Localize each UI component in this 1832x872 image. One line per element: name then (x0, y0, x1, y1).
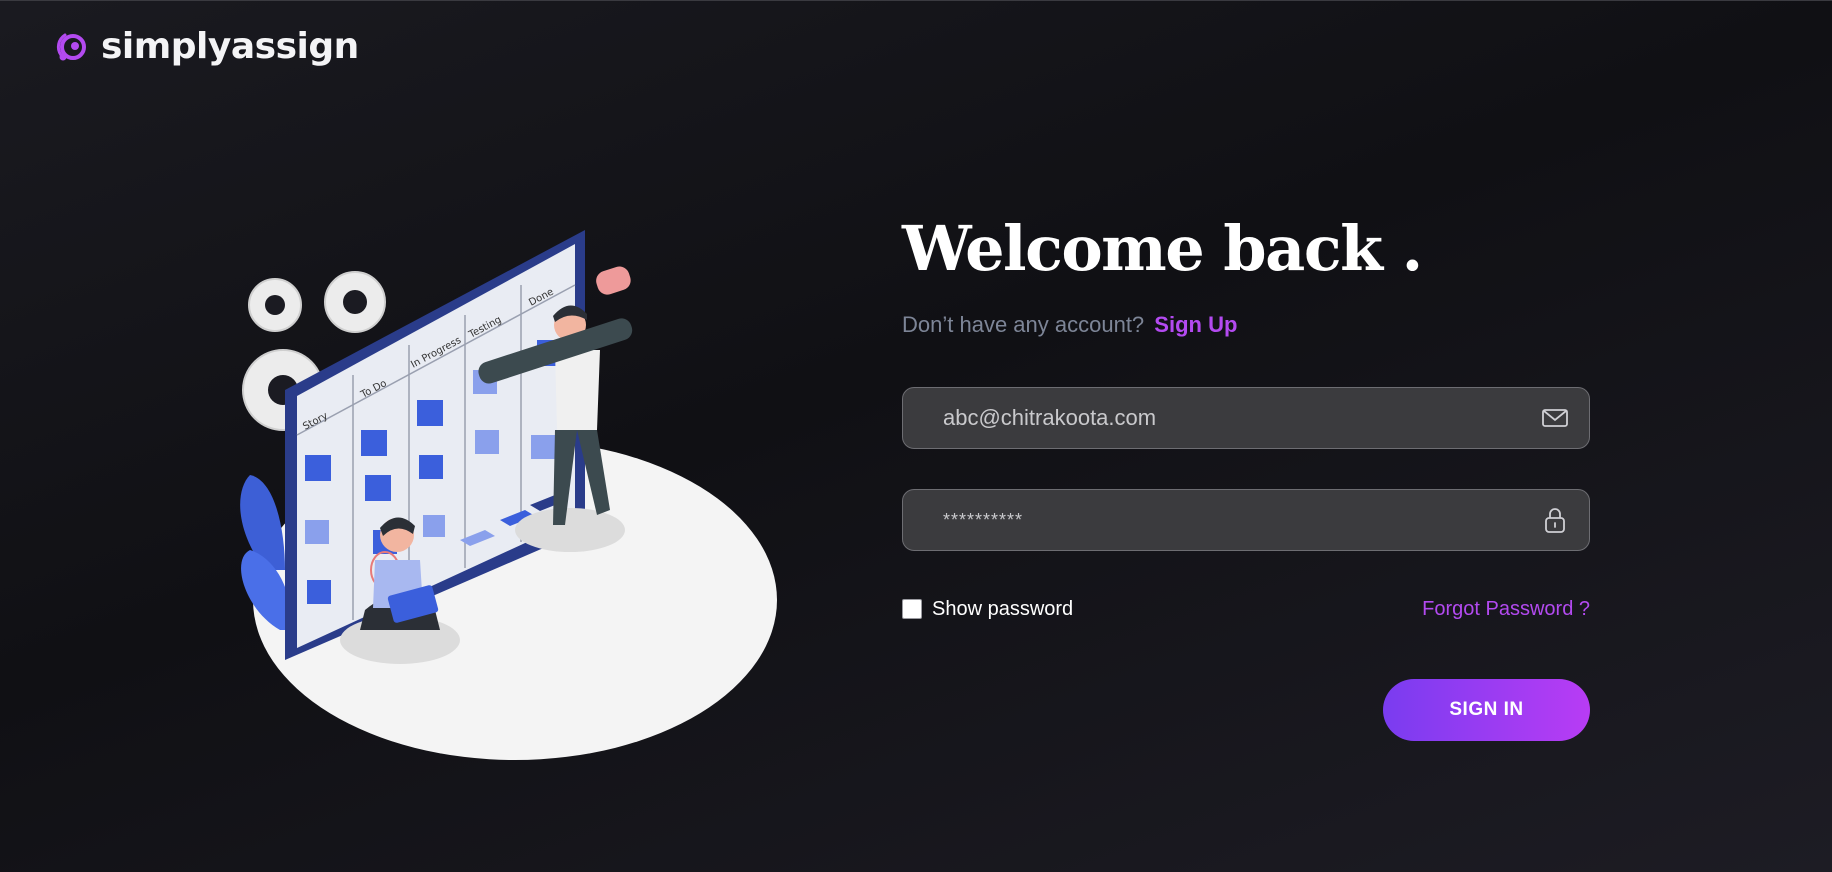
lock-icon (1545, 508, 1565, 533)
password-input[interactable] (903, 490, 1589, 550)
signup-link[interactable]: Sign Up (1154, 312, 1237, 337)
options-row: Show password Forgot Password ? (902, 595, 1590, 623)
orbit-logo-icon (56, 33, 86, 60)
window-top-border (0, 0, 1832, 1)
page-title: Welcome back . (902, 212, 1423, 285)
sign-in-button[interactable]: SIGN IN (1383, 679, 1590, 741)
brand-logo[interactable]: simplyassign (55, 26, 359, 67)
brand-name: simplyassign (101, 26, 359, 67)
signup-prompt: Don’t have any account? (902, 312, 1145, 337)
show-password-toggle[interactable]: Show password (902, 598, 1073, 621)
login-form: Welcome back . Don’t have any account? S… (902, 210, 1590, 741)
forgot-password-link[interactable]: Forgot Password ? (1422, 598, 1590, 621)
password-field[interactable] (902, 489, 1590, 551)
signin-row: SIGN IN (902, 679, 1590, 741)
email-field[interactable] (902, 387, 1590, 449)
signup-prompt-row: Don’t have any account? Sign Up (902, 310, 1590, 340)
mail-icon (1542, 409, 1568, 427)
kanban-team-illustration: Story To Do In Progress Testing Done (240, 230, 777, 760)
show-password-checkbox[interactable] (902, 599, 922, 619)
email-input[interactable] (903, 388, 1589, 448)
show-password-label: Show password (932, 597, 1074, 620)
